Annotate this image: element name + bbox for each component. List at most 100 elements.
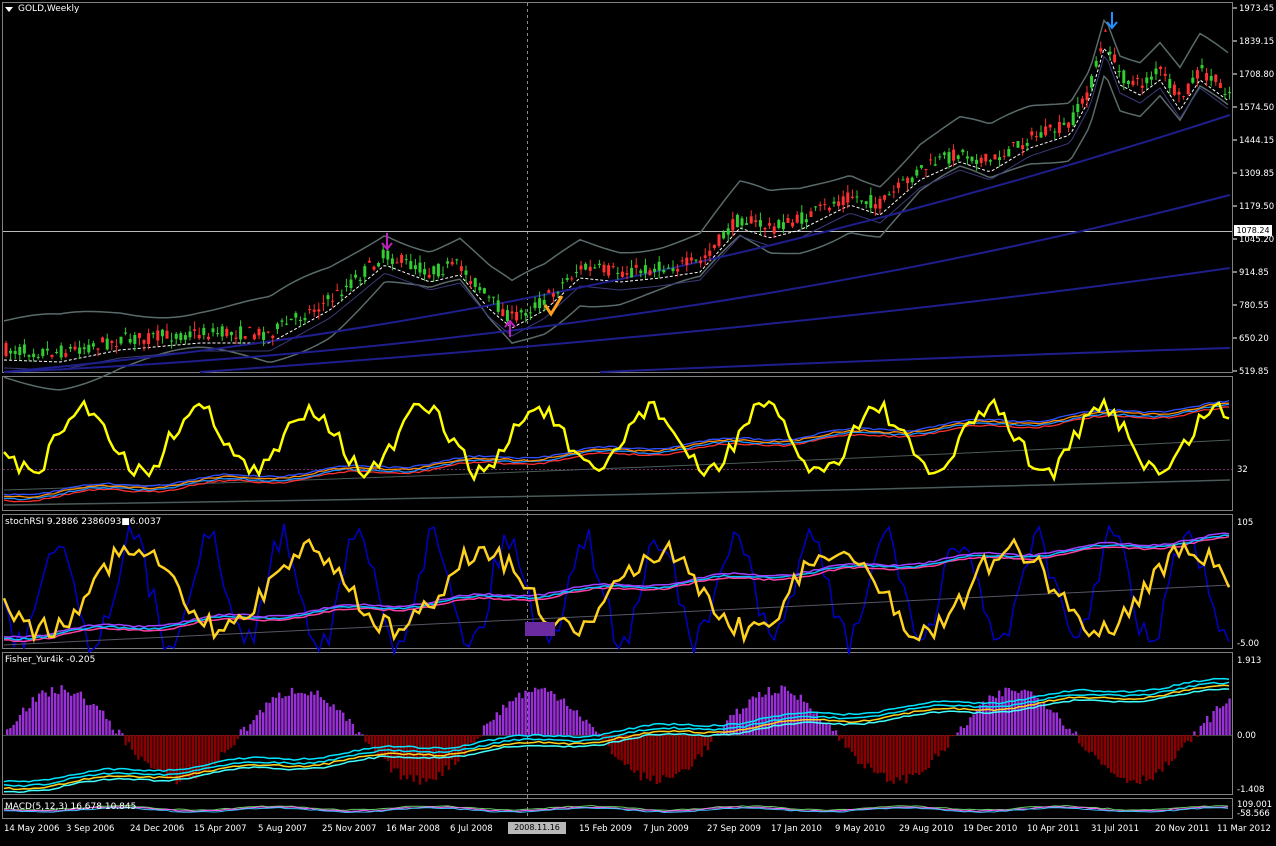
fisher-bar [86,705,88,735]
fisher-bar [886,735,888,782]
fisher-bar [380,735,382,756]
fisher-bar [988,695,990,735]
stoch-axis-label-bottom: -5.00 [1237,639,1259,649]
fisher-bar [249,724,251,735]
fisher-bar [1209,722,1211,735]
fisher-bar [284,696,286,735]
candle-body [557,293,560,294]
candle-body [842,196,845,205]
fisher-bar [339,710,341,735]
fisher-bar [835,730,837,735]
fisher-bar [1088,735,1090,753]
candle-body [971,157,974,161]
candle-body [837,201,840,206]
fisher-bar [572,711,574,735]
candle-body [32,354,35,357]
fisher-bar [1100,735,1102,765]
fisher-bar [492,720,494,735]
time-tick-label: 16 Mar 2008 [386,824,440,834]
fisher-bar [537,689,539,735]
fisher-bar [896,735,898,777]
fisher-bar [236,735,238,739]
fisher-bar [1187,735,1189,741]
fisher-bar [934,735,936,754]
candle-body [1164,74,1167,76]
fisher-bar [233,735,235,745]
chart-canvas[interactable]: 1973.451839.151708.801574.501444.151309.… [0,0,1276,840]
fisher-bar [1024,690,1026,735]
fisher-bar [1190,735,1192,742]
fisher-bar [16,721,18,735]
fisher-bar [1078,735,1080,743]
candle-body [14,351,17,354]
fisher-bar [144,735,146,761]
candle-body [1145,78,1148,84]
candle-body [750,216,753,223]
candle-body [299,320,302,321]
fisher-bar [179,735,181,782]
fisher-bar [1174,735,1176,759]
candle-body [561,282,564,283]
fisher-bar [1020,691,1022,735]
rsi-series [4,400,1230,505]
chart-title[interactable]: GOLD,Weekly [18,4,79,14]
candle-body [823,204,826,205]
fisher-bar [777,693,779,735]
candle-body [869,195,872,208]
fisher-bar [140,735,142,757]
fisher-bar [1136,735,1138,783]
fisher-bar [550,691,552,735]
fisher-bar [1203,723,1205,735]
candle-body [667,268,670,269]
fisher-bar [1091,735,1093,752]
candle-body [143,340,146,344]
fisher-bar [668,735,670,778]
fisher-bar [310,692,312,735]
candle-body [1072,112,1075,125]
candle-body [810,211,813,217]
fisher-bar [553,694,555,735]
fisher-bar [486,724,488,735]
fisher-bar [259,710,261,735]
fisher-bar [1148,735,1150,779]
fisher-bar [659,735,661,783]
candle-body [598,264,601,265]
candle-body [1012,142,1015,143]
fisher-bar [9,728,11,735]
fisher-bar [579,716,581,735]
candle-body [975,160,978,164]
fisher-bar [521,698,523,735]
fisher-bar [1027,691,1029,735]
fisher-bar [483,725,485,735]
fisher-bar [105,719,107,735]
fisher-bar [1228,698,1230,735]
candle-body [543,300,546,305]
stoch-axis-label-top: 105 [1237,518,1253,528]
candle-body [626,273,629,275]
candle-body [354,275,357,278]
candle-body [363,266,366,277]
candle-body [156,330,159,340]
fisher-bar [563,698,565,735]
candle-body [221,326,224,336]
dropdown-arrow-icon[interactable] [5,7,13,12]
fisher-bar [876,735,878,774]
candle-body [166,331,169,339]
candle-body [773,226,776,233]
candle-body [1021,145,1024,149]
candle-body [64,353,67,357]
candle-body [745,223,748,225]
fisher-bar [780,685,782,735]
fisher-bar [35,702,37,735]
candle-body [639,271,642,273]
fisher-bar [620,735,622,761]
fisher-bar [723,725,725,735]
fisher-bar [880,735,882,773]
fisher-bar [243,727,245,735]
candle-body [653,269,656,272]
fisher-bar [838,735,840,741]
fisher-bar [1014,691,1016,735]
fisher-bar [1116,735,1118,777]
fisher-bar [1180,735,1182,748]
fisher-bar [566,706,568,735]
